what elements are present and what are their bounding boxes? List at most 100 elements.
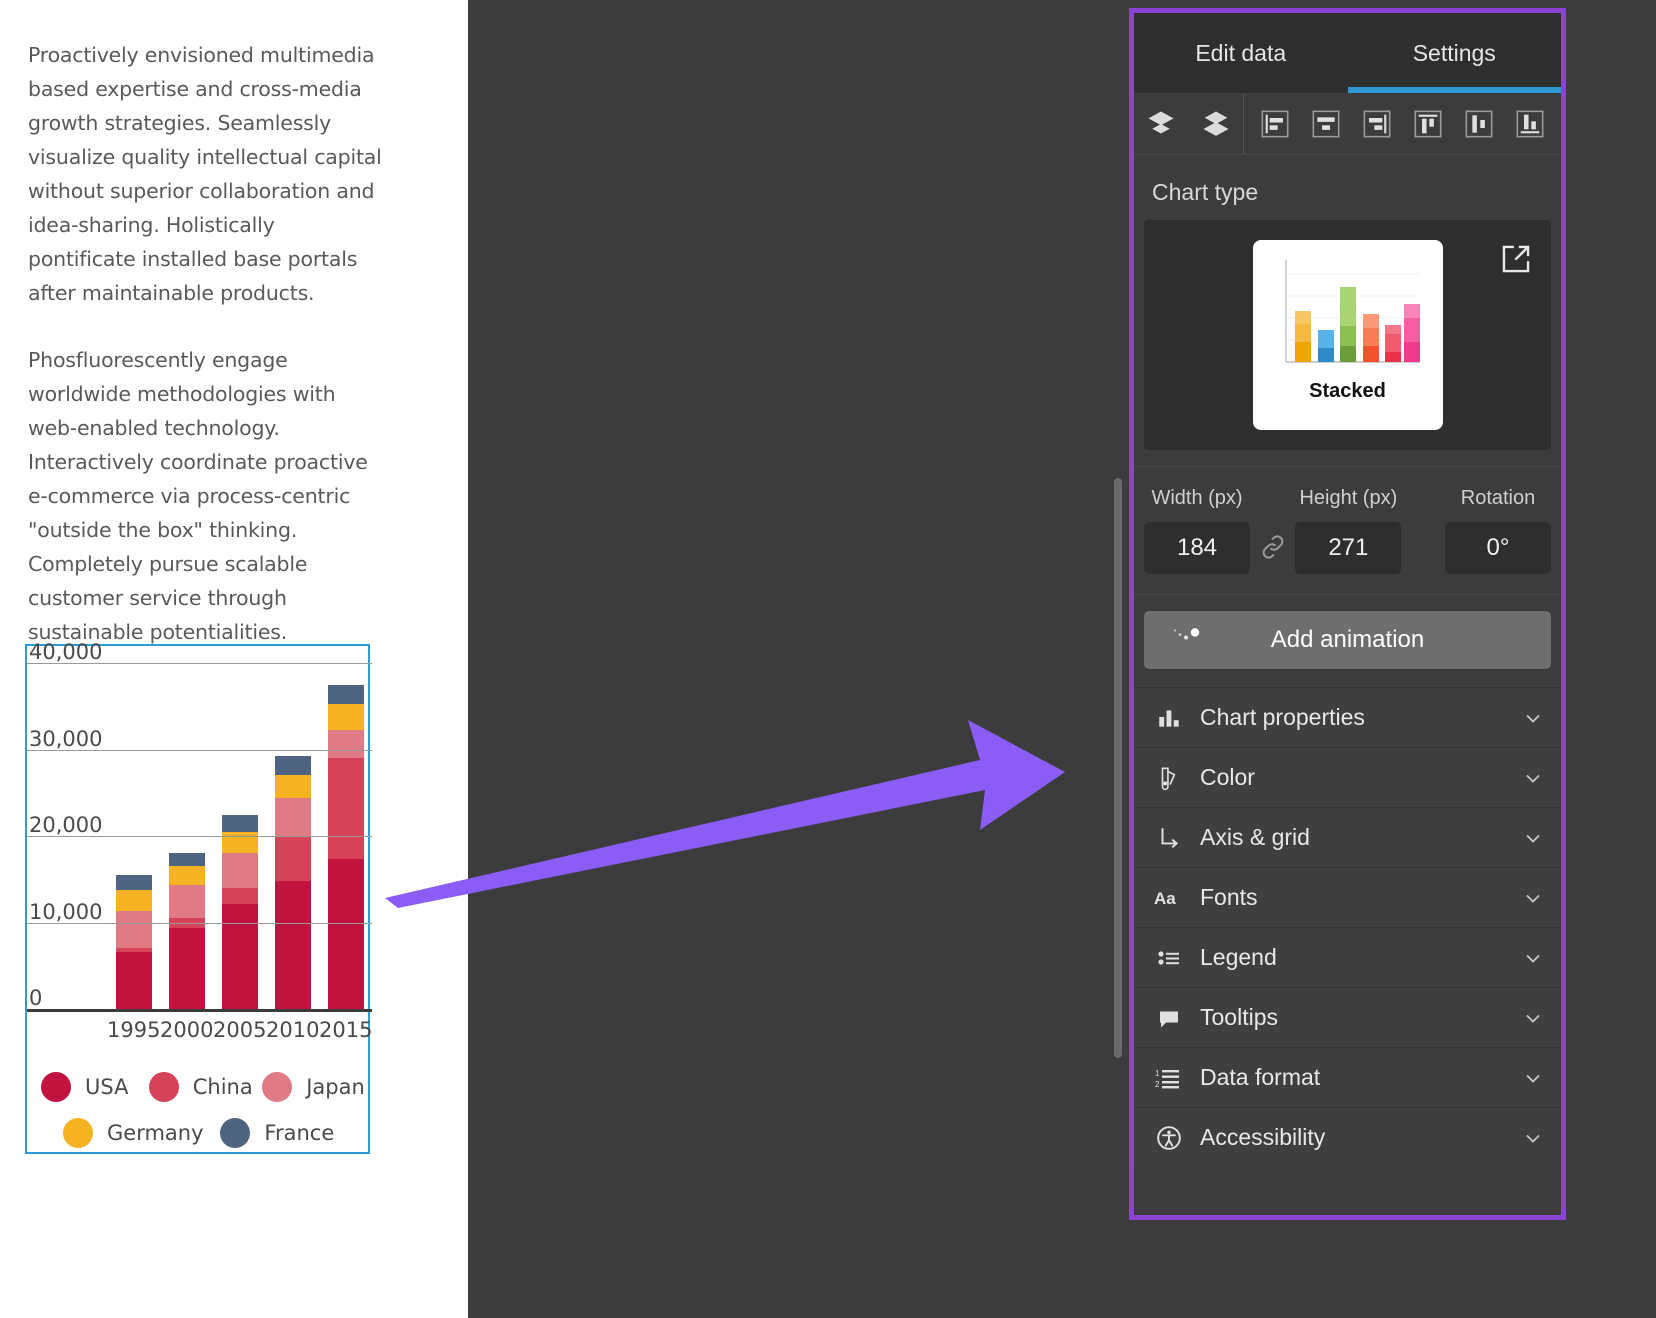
legend-color-swatch	[148, 1072, 179, 1102]
dimensions-row: Width (px) 184 Height (px) 271 Rotation …	[1134, 467, 1561, 594]
chart-x-axis-labels: 1995 2000 2005 2010 2015	[27, 1012, 372, 1056]
accordion-item-axis-grid[interactable]: Axis & grid	[1134, 807, 1561, 867]
align-left-icon[interactable]	[1258, 107, 1292, 141]
accordion-item-label: Color	[1200, 764, 1255, 790]
accordion-item-color[interactable]: Color	[1134, 747, 1561, 807]
document-paragraph: Proactively envisioned multimedia based …	[28, 43, 382, 305]
accordion-item-accessibility[interactable]: Accessibility	[1134, 1107, 1561, 1167]
height-label: Height (px)	[1299, 487, 1398, 509]
accordion-item-legend[interactable]: Legend	[1134, 927, 1561, 987]
rotation-label: Rotation	[1460, 487, 1536, 509]
width-input[interactable]: 184	[1144, 522, 1250, 574]
legend-color-swatch	[63, 1118, 93, 1148]
chart-bar-segment	[221, 852, 258, 889]
rotation-input[interactable]: 0°	[1445, 522, 1551, 574]
edit-chart-type-icon[interactable]	[1499, 242, 1533, 281]
legend-label: USA	[85, 1075, 129, 1099]
legend-row: Germany France	[41, 1110, 368, 1156]
chart-stacked-bar	[274, 755, 311, 1009]
accordion-item-label: Tooltips	[1200, 1004, 1278, 1030]
chevron-down-icon[interactable]	[1519, 766, 1547, 790]
accordion-item-label: Data format	[1200, 1064, 1321, 1090]
chart-y-tick-label: 20,000	[29, 813, 103, 838]
legend-list-icon	[1152, 946, 1186, 970]
width-control: Width (px) 184	[1144, 487, 1250, 574]
legend-label: France	[264, 1121, 335, 1145]
chevron-down-icon[interactable]	[1519, 1006, 1547, 1030]
legend-label: Germany	[107, 1121, 204, 1145]
chart-bar-group	[107, 646, 160, 1009]
chart-stacked-bar	[115, 875, 152, 1009]
width-label: Width (px)	[1151, 487, 1243, 509]
chevron-down-icon[interactable]	[1519, 1126, 1547, 1150]
legend-item: China	[148, 1072, 262, 1102]
chart-legend: USA China Japan Germany France	[27, 1056, 368, 1156]
chart-bar-segment	[115, 889, 152, 912]
accordion-item-label: Chart properties	[1200, 704, 1365, 730]
legend-item: Germany	[63, 1118, 220, 1148]
panel-toolbar	[1134, 93, 1561, 155]
legend-item: Japan	[262, 1072, 368, 1102]
chart-bar-segment	[168, 884, 205, 919]
chart-bar-group	[213, 646, 266, 1009]
chevron-down-icon[interactable]	[1519, 826, 1547, 850]
add-animation-button[interactable]: Add animation	[1144, 611, 1551, 669]
bring-to-front-icon[interactable]	[1144, 107, 1178, 141]
chart-bar-segment	[327, 703, 364, 730]
embedded-chart-widget[interactable]: 40,000 30,000 20,000 10,000 0 1995 2000 2005 20…	[25, 642, 372, 1156]
chart-stacked-bar	[327, 684, 364, 1009]
accordion-item-fonts[interactable]: Aa Fonts	[1134, 867, 1561, 927]
section-divider	[1134, 594, 1561, 595]
accordion-item-label: Legend	[1200, 944, 1277, 970]
color-palette-icon	[1152, 765, 1186, 791]
number-list-icon: 12	[1152, 1066, 1186, 1090]
chart-type-card[interactable]: Stacked	[1144, 220, 1551, 450]
align-bottom-icon[interactable]	[1513, 107, 1547, 141]
chart-x-tick-label: 1995	[107, 1018, 161, 1042]
chart-bar-segment	[274, 881, 311, 1009]
height-input[interactable]: 271	[1295, 522, 1402, 574]
align-middle-vertical-icon[interactable]	[1462, 107, 1496, 141]
tab-settings-label: Settings	[1412, 39, 1496, 66]
chevron-down-icon[interactable]	[1519, 706, 1547, 730]
document-page: Proactively envisioned multimedia based …	[0, 0, 468, 1318]
document-paragraph: Phosfluorescently engage worldwide metho…	[28, 348, 368, 644]
chart-bar-segment	[168, 866, 205, 885]
chart-y-tick-label: 0	[29, 986, 43, 1010]
chart-x-tick-label: 2010	[266, 1018, 320, 1042]
chart-bar-segment	[115, 875, 152, 890]
chart-bar-segment	[327, 758, 364, 860]
chart-bar-segment	[115, 951, 152, 1009]
chart-bar-segment	[221, 831, 258, 853]
tooltip-bubble-icon	[1152, 1006, 1186, 1030]
chart-bar-group	[160, 646, 213, 1009]
tab-edit-data-label: Edit data	[1195, 39, 1287, 66]
chart-type-caption: Stacked	[1309, 380, 1386, 402]
chevron-down-icon[interactable]	[1519, 886, 1547, 910]
chart-x-tick-label: 2015	[319, 1018, 373, 1042]
accordion-item-chart-properties[interactable]: Chart properties	[1134, 687, 1561, 747]
tab-settings[interactable]: Settings	[1347, 13, 1562, 93]
rotation-control: Rotation 0°	[1445, 487, 1551, 574]
align-center-horizontal-icon[interactable]	[1309, 107, 1343, 141]
send-to-back-icon[interactable]	[1199, 107, 1233, 141]
chevron-down-icon[interactable]	[1519, 946, 1547, 970]
chart-bar-segment	[221, 814, 258, 832]
chart-bar-group	[319, 646, 372, 1009]
align-right-icon[interactable]	[1360, 107, 1394, 141]
legend-color-swatch	[220, 1118, 251, 1148]
svg-text:Aa: Aa	[1154, 889, 1176, 908]
chart-bar-segment	[327, 859, 364, 1009]
accordion-item-tooltips[interactable]: Tooltips	[1134, 987, 1561, 1047]
chevron-down-icon[interactable]	[1519, 1066, 1547, 1090]
align-top-icon[interactable]	[1411, 107, 1445, 141]
height-control: Height (px) 271	[1295, 487, 1402, 574]
tab-edit-data[interactable]: Edit data	[1134, 13, 1348, 93]
chart-bar-segment	[168, 927, 205, 1009]
panel-scrollbar-thumb[interactable]	[1114, 478, 1122, 1058]
accordion-item-data-format[interactable]: 1 2 Data format	[1134, 1047, 1561, 1107]
chart-type-thumbnail[interactable]: Stacked	[1252, 240, 1443, 430]
link-aspect-ratio-icon[interactable]	[1250, 532, 1295, 574]
chart-x-tick-label: 2000	[160, 1018, 214, 1042]
svg-text:2: 2	[1155, 1080, 1160, 1089]
